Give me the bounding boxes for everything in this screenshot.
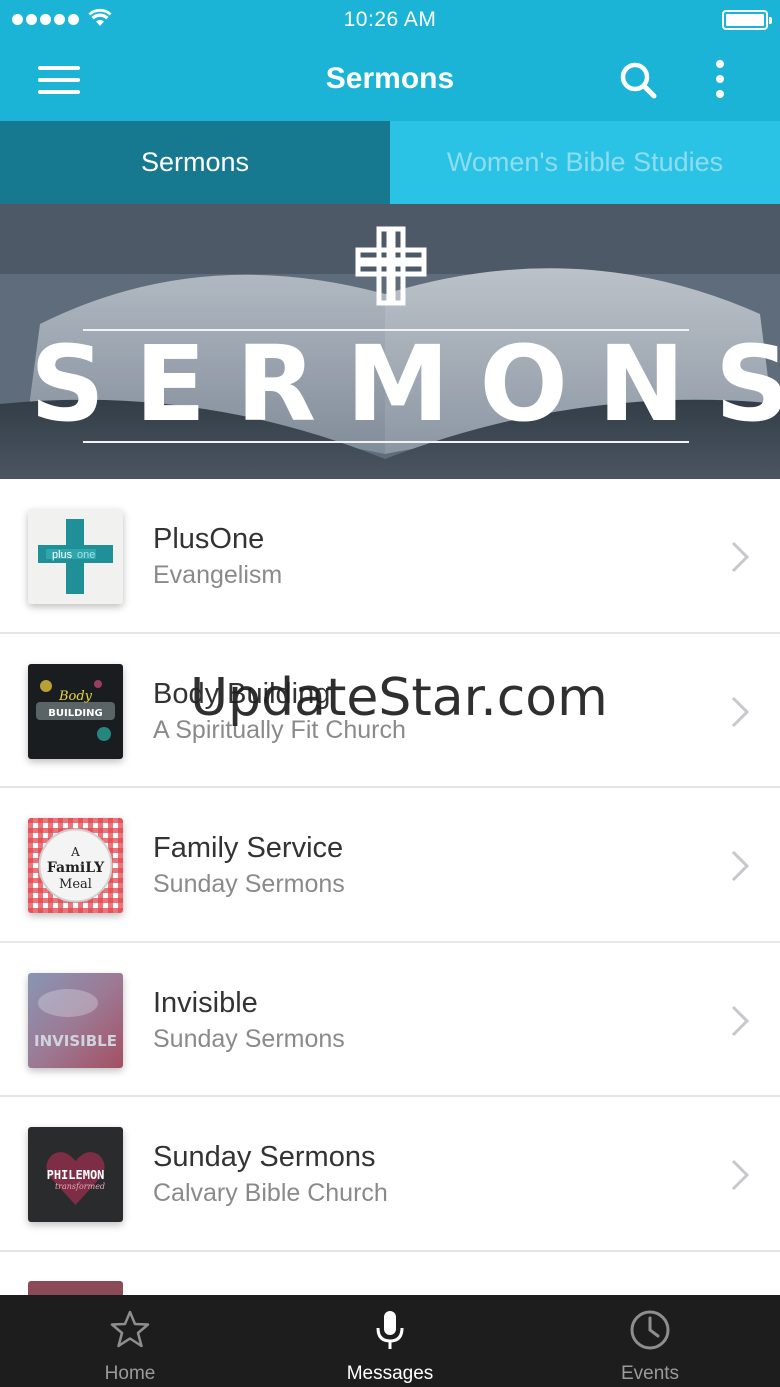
tab-sermons[interactable]: Sermons	[0, 121, 390, 204]
series-thumbnail	[28, 1281, 123, 1295]
series-thumbnail: INVISIBLE	[28, 972, 123, 1068]
chevron-right-icon	[731, 1159, 750, 1191]
list-item[interactable]: plus one PlusOne Evangelism	[0, 479, 780, 634]
page-title: Sermons	[325, 62, 455, 95]
svg-text:transformed: transformed	[55, 1182, 105, 1191]
series-thumbnail: Body BUILDING	[28, 663, 123, 759]
chevron-right-icon	[731, 541, 750, 573]
svg-text:FamiLY: FamiLY	[47, 860, 105, 876]
tab-label: Events	[620, 1363, 680, 1384]
list-item[interactable]	[0, 1251, 780, 1295]
list-item[interactable]: A FamiLY Meal Family Service Sunday Serm…	[0, 788, 780, 943]
nav-bar: Sermons	[0, 40, 780, 121]
cross-icon	[355, 226, 427, 306]
item-subtitle: Sunday Sermons	[153, 870, 345, 898]
microphone-icon	[376, 1311, 404, 1349]
svg-text:plus: plus	[52, 549, 73, 561]
series-thumbnail: A FamiLY Meal	[28, 818, 123, 913]
more-options-button[interactable]	[704, 58, 736, 102]
item-title: Sunday Sermons	[153, 1141, 376, 1173]
star-icon	[110, 1310, 150, 1348]
chevron-right-icon	[731, 1005, 750, 1036]
svg-text:one: one	[77, 549, 95, 561]
item-subtitle: Sunday Sermons	[153, 1024, 345, 1053]
search-icon	[620, 62, 657, 99]
segment-tabs: Sermons Women's Bible Studies	[0, 121, 780, 204]
svg-text:A: A	[70, 845, 80, 859]
tab-events[interactable]: Events	[520, 1295, 780, 1387]
tab-home[interactable]: Home	[0, 1295, 260, 1387]
tab-label: Messages	[346, 1363, 434, 1384]
chevron-right-icon	[731, 696, 750, 727]
sermon-list: plus one PlusOne Evangelism Body BUILDIN…	[0, 479, 780, 1252]
item-subtitle: Calvary Bible Church	[153, 1179, 388, 1207]
svg-text:Body: Body	[58, 689, 93, 704]
svg-text:BUILDING: BUILDING	[48, 708, 102, 719]
status-bar: 10:26 AM	[0, 0, 780, 40]
tab-womens-bible-studies[interactable]: Women's Bible Studies	[390, 121, 780, 204]
divider	[83, 441, 689, 443]
chevron-right-icon	[731, 850, 750, 882]
more-vertical-icon	[716, 60, 724, 68]
tab-messages[interactable]: Messages	[260, 1295, 520, 1387]
clock-icon	[630, 1310, 670, 1350]
item-title: PlusOne	[153, 523, 265, 555]
hero-banner: SERMONS	[0, 204, 780, 479]
item-subtitle: Evangelism	[153, 561, 283, 589]
svg-text:INVISIBLE: INVISIBLE	[34, 1032, 117, 1050]
battery-icon	[722, 10, 772, 30]
svg-text:PHILEMON: PHILEMON	[47, 1168, 105, 1182]
hero-title: SERMONS	[30, 323, 780, 445]
status-time: 10:26 AM	[343, 8, 437, 31]
item-title: Invisible	[153, 986, 258, 1019]
list-item[interactable]: PHILEMON transformed Sunday Sermons Calv…	[0, 1097, 780, 1252]
item-title: Family Service	[153, 832, 344, 864]
series-thumbnail: plus one	[28, 509, 123, 604]
tab-label: Home	[104, 1363, 156, 1384]
list-item[interactable]: INVISIBLE Invisible Sunday Sermons	[0, 942, 780, 1097]
svg-text:Meal: Meal	[59, 877, 92, 892]
search-button[interactable]	[616, 58, 660, 102]
series-thumbnail: PHILEMON transformed	[28, 1127, 123, 1222]
bottom-tab-bar: Home Messages Events	[0, 1295, 780, 1387]
watermark: UpdateStar.com	[190, 668, 608, 728]
